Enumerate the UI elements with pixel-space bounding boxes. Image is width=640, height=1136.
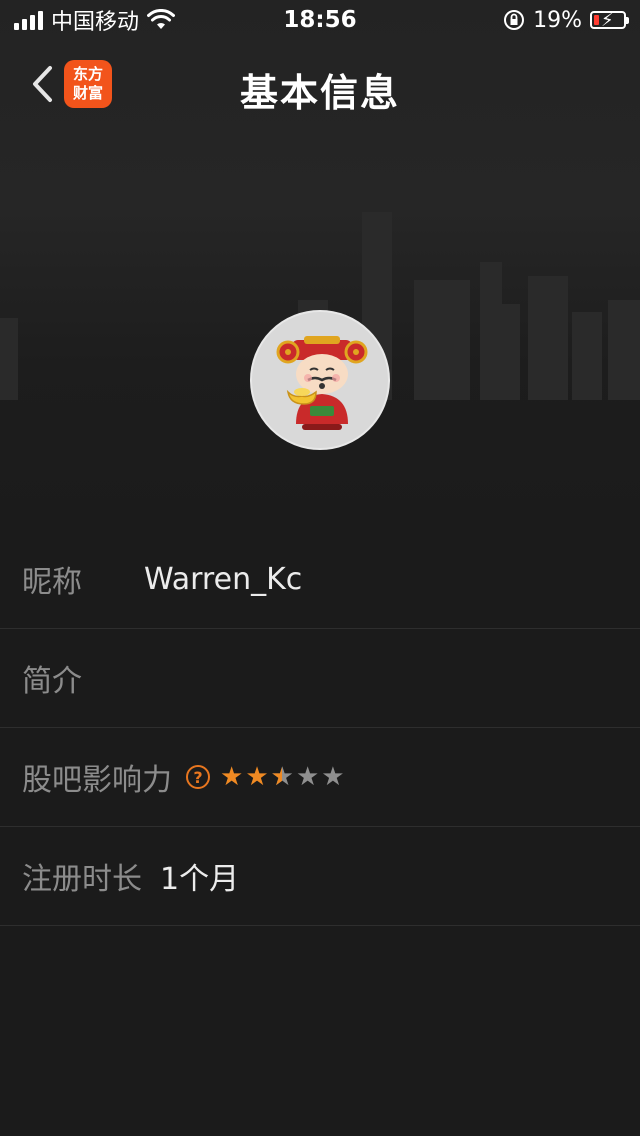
- nickname-value: Warren_Kc: [144, 561, 303, 597]
- star-empty-icon: ★: [321, 762, 345, 792]
- help-icon[interactable]: ?: [186, 765, 210, 789]
- intro-row[interactable]: 简介: [0, 629, 640, 728]
- star-full-icon: ★: [245, 762, 269, 792]
- intro-label: 简介: [22, 664, 82, 699]
- registration-label: 注册时长: [22, 862, 142, 897]
- registration-value: 1个月: [160, 862, 240, 897]
- orientation-lock-icon: [504, 10, 525, 30]
- page-title: 基本信息: [239, 71, 400, 115]
- influence-rating: ★ ★ ★ ★ ★: [220, 764, 345, 790]
- status-bar: 中国移动 18:56 19% ⚡: [0, 0, 640, 40]
- clock: 18:56: [283, 7, 357, 33]
- battery-level-fill: [594, 15, 600, 25]
- charging-bolt-icon: ⚡: [601, 10, 614, 31]
- avatar[interactable]: [250, 310, 390, 450]
- status-right: 19% ⚡: [503, 7, 629, 33]
- influence-label: 股吧影响力: [22, 763, 172, 798]
- wifi-icon: [147, 9, 176, 29]
- battery-percent: 19%: [533, 7, 582, 33]
- star-empty-icon: ★: [295, 762, 320, 792]
- registration-row: 注册时长 1个月: [0, 827, 640, 926]
- star-half-icon: ★: [271, 764, 294, 790]
- signal-icon: [14, 10, 43, 30]
- profile-info-list: 昵称 Warren_Kc 简介 股吧影响力 ? ★★★★★ 注册时长 1个月: [0, 530, 640, 926]
- navigation-bar: 东方 财富 基本信息: [0, 40, 640, 128]
- influence-row: 股吧影响力 ? ★ ★ ★ ★ ★: [0, 728, 640, 827]
- caishen-avatar-icon: [276, 336, 368, 430]
- nickname-row[interactable]: 昵称 Warren_Kc: [0, 530, 640, 629]
- star-full-icon: ★: [220, 762, 244, 792]
- status-left: 中国移动: [14, 4, 176, 36]
- battery-icon: ⚡: [590, 10, 629, 31]
- carrier-label: 中国移动: [51, 10, 140, 35]
- nickname-label: 昵称: [22, 565, 82, 600]
